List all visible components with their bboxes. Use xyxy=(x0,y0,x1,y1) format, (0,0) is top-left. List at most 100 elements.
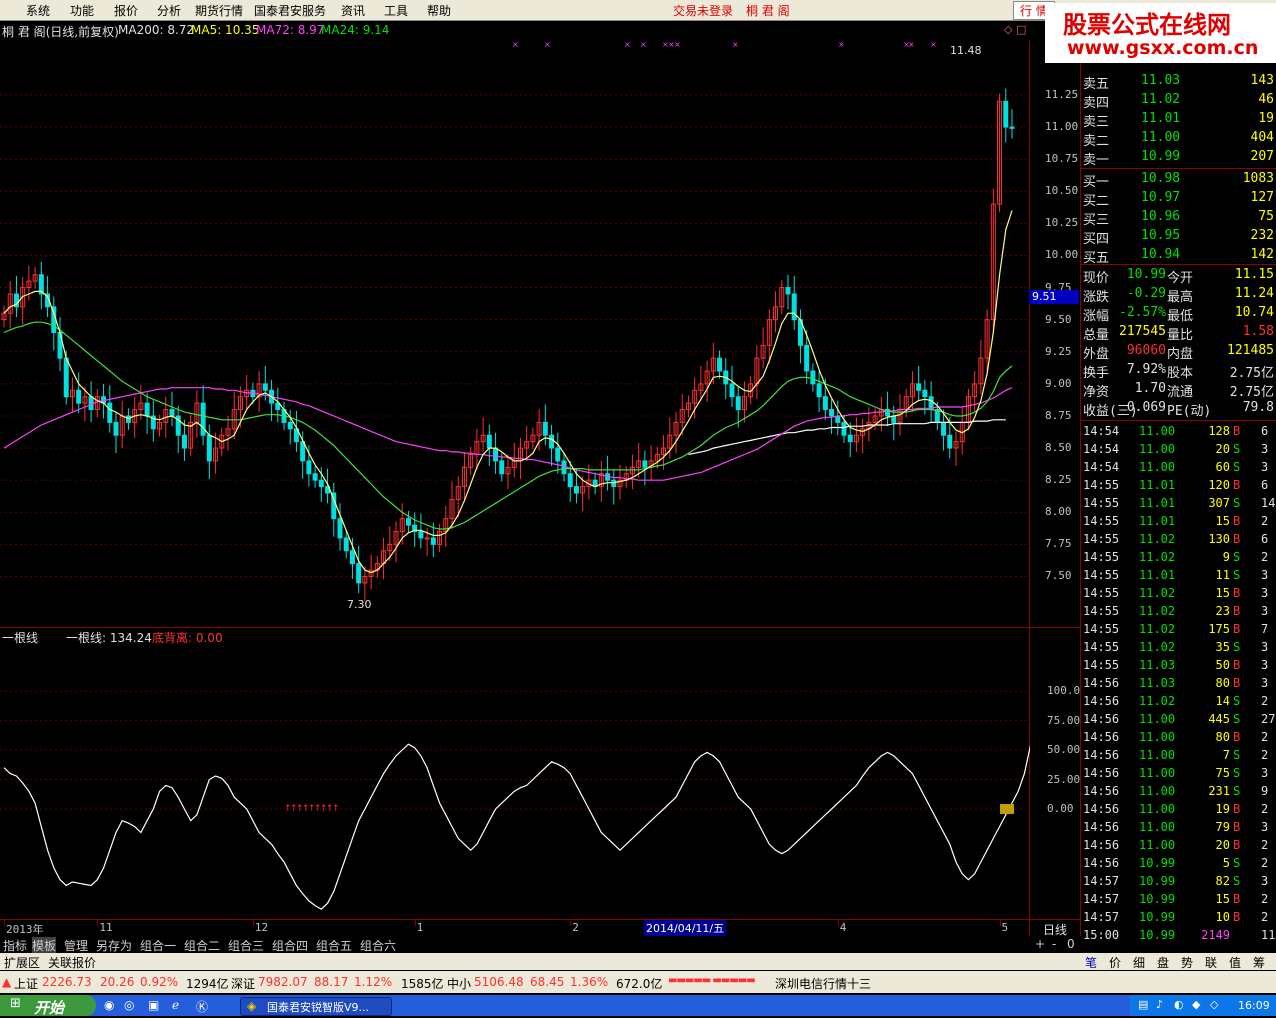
quote-tab-6[interactable]: 值 xyxy=(1229,954,1241,971)
quote-tab-0[interactable]: 笔 xyxy=(1085,954,1097,971)
bid-row[interactable]: 买五 10.94 142 xyxy=(1081,246,1276,266)
tick-trade-row[interactable]: 14:56 11.00 20 B 2 xyxy=(1081,837,1276,855)
stat-row[interactable]: 总量 217545 量比 1.58 xyxy=(1081,323,1276,343)
menu-futures[interactable]: 期货行情 xyxy=(195,2,243,19)
quote-tab-4[interactable]: 势 xyxy=(1181,954,1193,971)
stat-row[interactable]: 涨幅 -2.57% 最低 10.74 xyxy=(1081,304,1276,324)
quote-tab-2[interactable]: 细 xyxy=(1133,954,1145,971)
zoom-reset-button[interactable]: 0 xyxy=(1067,937,1075,951)
tick-trade-row[interactable]: 14:55 11.02 23 B 3 xyxy=(1081,603,1276,621)
tick-trade-row[interactable]: 14:55 11.02 130 B 6 xyxy=(1081,531,1276,549)
server-name[interactable]: 深圳电信行情十三 xyxy=(775,975,871,992)
sub-tab-bar: 扩展区 关联报价 xyxy=(0,953,1081,970)
tick-trade-row[interactable]: 15:00 10.99 2149 116 xyxy=(1081,927,1276,945)
tick-trade-row[interactable]: 14:57 10.99 15 B 2 xyxy=(1081,891,1276,909)
zx-label[interactable]: 中小 xyxy=(447,975,471,992)
quote-tab-5[interactable]: 联 xyxy=(1205,954,1217,971)
stat-row[interactable]: 换手 7.92% 股本 2.75亿 xyxy=(1081,361,1276,381)
tick-trade-row[interactable]: 14:56 11.00 445 S 27 xyxy=(1081,711,1276,729)
price-chart[interactable]: × × × × × × × × × ×× × xyxy=(0,40,1030,627)
tab-save-as[interactable]: 另存为 xyxy=(96,937,132,954)
quicklaunch-app-icon[interactable]: Ⓚ xyxy=(196,998,208,1015)
tick-trade-row[interactable]: 14:54 11.00 20 S 3 xyxy=(1081,441,1276,459)
quote-tab-1[interactable]: 价 xyxy=(1109,954,1121,971)
tick-trade-row[interactable]: 14:55 11.02 175 B 7 xyxy=(1081,621,1276,639)
tick-trade-row[interactable]: 14:56 11.02 14 S 2 xyxy=(1081,693,1276,711)
bid-row[interactable]: 买四 10.95 232 xyxy=(1081,227,1276,247)
tray-network-icon[interactable]: ▤ xyxy=(1138,998,1148,1011)
tab-template[interactable]: 模板 xyxy=(32,937,57,954)
quote-tab-3[interactable]: 盘 xyxy=(1157,954,1169,971)
tick-trade-row[interactable]: 14:56 11.00 19 B 2 xyxy=(1081,801,1276,819)
stat-row[interactable]: 现价 10.99 今开 11.15 xyxy=(1081,266,1276,286)
menu-function[interactable]: 功能 xyxy=(70,2,94,19)
menu-gtja-service[interactable]: 国泰君安服务 xyxy=(254,2,326,19)
zoom-out-button[interactable]: - xyxy=(1052,937,1056,951)
tray-shield-icon[interactable]: ◇ xyxy=(1210,998,1218,1011)
sz-label[interactable]: 深证 xyxy=(231,975,255,992)
tab-indicator[interactable]: 指标 xyxy=(3,937,27,954)
bid-row[interactable]: 买二 10.97 127 xyxy=(1081,189,1276,209)
indicator-chart[interactable]: ↑↑↑↑↑↑↑↑↑ xyxy=(0,628,1030,919)
tick-trade-row[interactable]: 14:56 11.00 79 B 3 xyxy=(1081,819,1276,837)
tab-related-quote[interactable]: 关联报价 xyxy=(48,954,96,971)
tick-trade-row[interactable]: 14:57 10.99 82 S 3 xyxy=(1081,873,1276,891)
menu-quote[interactable]: 报价 xyxy=(114,2,138,19)
tab-group-3[interactable]: 组合三 xyxy=(228,937,264,954)
ask-row[interactable]: 卖二 11.00 404 xyxy=(1081,129,1276,149)
sh-label[interactable]: 上证 xyxy=(14,975,38,992)
tick-trade-row[interactable]: 14:55 11.01 120 B 6 xyxy=(1081,477,1276,495)
stat-row[interactable]: 净资 1.70 流通 2.75亿 xyxy=(1081,380,1276,400)
menu-help[interactable]: 帮助 xyxy=(427,2,451,19)
tick-trade-row[interactable]: 14:56 10.99 5 S 2 xyxy=(1081,855,1276,873)
login-status[interactable]: 交易未登录 xyxy=(673,2,733,19)
quicklaunch-browser-icon[interactable]: ◉ xyxy=(104,998,114,1012)
menu-tools[interactable]: 工具 xyxy=(384,2,408,19)
tick-trade-row[interactable]: 14:54 11.00 60 S 3 xyxy=(1081,459,1276,477)
tick-trade-row[interactable]: 14:56 11.00 7 S 2 xyxy=(1081,747,1276,765)
tab-extension[interactable]: 扩展区 xyxy=(4,954,40,971)
tick-trade-row[interactable]: 14:55 11.02 9 S 2 xyxy=(1081,549,1276,567)
tray-sound-icon[interactable]: ♪ xyxy=(1156,998,1163,1011)
tick-trade-row[interactable]: 14:55 11.01 307 S 14 xyxy=(1081,495,1276,513)
tab-group-2[interactable]: 组合二 xyxy=(184,937,220,954)
tick-trade-row[interactable]: 14:54 11.00 128 B 6 xyxy=(1081,423,1276,441)
stat-row[interactable]: 外盘 96060 内盘 121485 xyxy=(1081,342,1276,362)
quote-tab-7[interactable]: 筹 xyxy=(1253,954,1265,971)
tray-security-icon[interactable]: ◆ xyxy=(1192,998,1200,1011)
menu-system[interactable]: 系统 xyxy=(26,2,50,19)
ask-row[interactable]: 卖一 10.99 207 xyxy=(1081,148,1276,168)
tab-group-1[interactable]: 组合一 xyxy=(140,937,176,954)
quicklaunch-search-icon[interactable]: ◎ xyxy=(124,998,134,1012)
tab-group-4[interactable]: 组合四 xyxy=(272,937,308,954)
start-button[interactable]: ⊞ 开始 xyxy=(0,995,96,1017)
zoom-in-button[interactable]: + xyxy=(1035,937,1045,951)
menu-analysis[interactable]: 分析 xyxy=(157,2,181,19)
ask-row[interactable]: 卖五 11.03 143 xyxy=(1081,72,1276,92)
tick-trade-row[interactable]: 14:56 11.00 231 S 9 xyxy=(1081,783,1276,801)
tick-trade-row[interactable]: 14:56 11.00 75 S 3 xyxy=(1081,765,1276,783)
stat-row[interactable]: 涨跌 -0.29 最高 11.24 xyxy=(1081,285,1276,305)
tick-trade-row[interactable]: 14:55 11.01 11 S 3 xyxy=(1081,567,1276,585)
tab-group-6[interactable]: 组合六 xyxy=(360,937,396,954)
chart-window-controls[interactable]: ◇ □ xyxy=(1004,23,1026,36)
quicklaunch-desktop-icon[interactable]: ▣ xyxy=(148,998,159,1012)
bid-row[interactable]: 买一 10.98 1083 xyxy=(1081,170,1276,190)
menu-news[interactable]: 资讯 xyxy=(341,2,365,19)
stat-row[interactable]: 收益(三) 0.069 PE(动) 79.8 xyxy=(1081,399,1276,419)
quicklaunch-ie-icon[interactable]: ℯ xyxy=(172,998,179,1012)
ask-row[interactable]: 卖三 11.01 19 xyxy=(1081,110,1276,130)
tray-ime-icon[interactable]: ◐ xyxy=(1174,998,1184,1011)
tick-trade-row[interactable]: 14:55 11.02 35 S 3 xyxy=(1081,639,1276,657)
tab-manage[interactable]: 管理 xyxy=(64,937,88,954)
tick-trade-row[interactable]: 14:57 10.99 10 B 2 xyxy=(1081,909,1276,927)
tick-trade-row[interactable]: 14:55 11.01 15 B 2 xyxy=(1081,513,1276,531)
bid-row[interactable]: 买三 10.96 75 xyxy=(1081,208,1276,228)
tick-trade-row[interactable]: 14:55 11.02 15 B 3 xyxy=(1081,585,1276,603)
tick-trade-row[interactable]: 14:55 11.03 50 B 3 xyxy=(1081,657,1276,675)
tab-group-5[interactable]: 组合五 xyxy=(316,937,352,954)
taskbar-app-button[interactable]: ◈ 国泰君安锐智版V9... xyxy=(240,997,392,1016)
tick-trade-row[interactable]: 14:56 11.03 80 B 3 xyxy=(1081,675,1276,693)
ask-row[interactable]: 卖四 11.02 46 xyxy=(1081,91,1276,111)
tick-trade-row[interactable]: 14:56 11.00 80 B 2 xyxy=(1081,729,1276,747)
